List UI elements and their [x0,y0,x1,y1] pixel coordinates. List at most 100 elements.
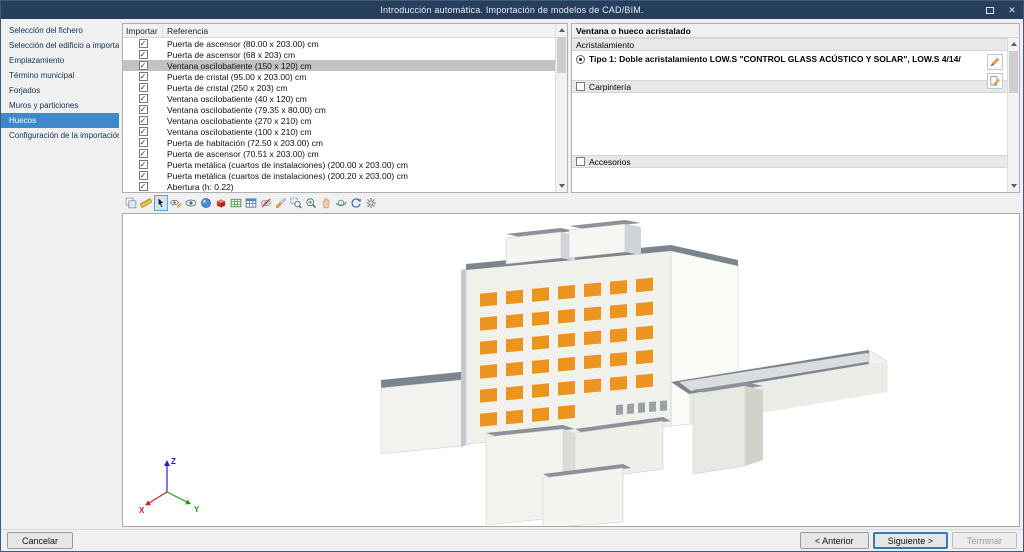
axis-triad: Z X Y [137,452,207,516]
hide-elements-icon[interactable] [259,195,273,211]
table-row[interactable]: Puerta de cristal (95.00 x 203.00) cm [123,71,555,82]
scroll-down-icon[interactable] [1008,180,1019,192]
edit-glazing-button[interactable] [987,54,1003,70]
table-row[interactable]: Puerta de ascensor (68 x 203) cm [123,49,555,60]
measure-icon[interactable] [139,195,153,211]
sidebar-item[interactable]: Forjados [1,83,119,98]
window-title: Introducción automática. Importación de … [1,5,1023,15]
reference-label: Ventana oscilobatiente (100 x 210) cm [163,127,555,137]
table-row[interactable]: Ventana oscilobatiente (270 x 210) cm [123,115,555,126]
close-button[interactable]: ✕ [1001,1,1023,19]
pencil-icon [989,56,1001,68]
scroll-up-icon[interactable] [1008,38,1019,50]
view-toolbar [122,193,1020,213]
reference-label: Ventana oscilobatiente (79.35 x 80.00) c… [163,105,555,115]
properties-panel: Ventana o hueco acristalado Acristalamie… [571,23,1020,193]
maximize-button[interactable] [979,1,1001,19]
redraw-icon[interactable] [349,195,363,211]
scroll-thumb[interactable] [557,37,566,73]
glazing-type-option[interactable]: Tipo 1: Doble acristalamiento LOW.S "CON… [576,54,961,68]
solid-model-icon[interactable] [214,195,228,211]
paint-selection-icon[interactable] [274,195,288,211]
import-checkbox[interactable] [139,72,148,81]
axis-x-label: X [139,506,145,515]
3d-viewport[interactable]: Z X Y [122,213,1020,527]
sidebar-item[interactable]: Muros y particiones [1,98,119,113]
footer-bar: Cancelar < Anterior Siguiente > Terminar [1,529,1023,551]
close-icon: ✕ [1008,5,1016,16]
cancel-button[interactable]: Cancelar [7,532,73,549]
import-checkbox[interactable] [139,50,148,59]
scroll-down-icon[interactable] [556,180,567,192]
table-row[interactable]: Puerta de habitación (72.50 x 203.00) cm [123,137,555,148]
axis-z-label: Z [171,457,176,466]
table-row[interactable]: Puerta de ascensor (80.00 x 203.00) cm [123,38,555,49]
import-checkbox[interactable] [139,127,148,136]
carpinteria-checkbox[interactable] [576,82,585,91]
import-checkbox[interactable] [139,182,148,191]
sidebar-item[interactable]: Selección del fichero [1,23,119,38]
table-row[interactable]: Puerta de ascensor (70.51 x 203.00) cm [123,148,555,159]
edit-visibility-icon[interactable] [169,195,183,211]
section-carpinteria[interactable]: Carpintería [572,80,1007,93]
reference-label: Puerta de ascensor (70.51 x 203.00) cm [163,149,555,159]
reference-label: Puerta de cristal (250 x 203) cm [163,83,555,93]
import-checkbox[interactable] [139,160,148,169]
glazing-type-label: Tipo 1: Doble acristalamiento LOW.S "CON… [589,54,961,64]
table-row[interactable]: Ventana oscilobatiente (100 x 210) cm [123,126,555,137]
import-checkbox[interactable] [139,138,148,147]
sidebar-item[interactable]: Configuración de la importación [1,128,119,143]
edit-glazing-list-button[interactable] [987,73,1003,89]
sidebar-item[interactable]: Término municipal [1,68,119,83]
next-button[interactable]: Siguiente > [873,532,948,549]
import-checkbox[interactable] [139,171,148,180]
render-sphere-icon[interactable] [199,195,213,211]
sidebar-item[interactable]: Selección del edificio a importar [1,38,119,53]
zoom-extents-icon[interactable] [304,195,318,211]
reference-label: Puerta metálica (cuartos de instalacione… [163,160,555,170]
table-row[interactable]: Puerta metálica (cuartos de instalacione… [123,170,555,181]
import-checkbox[interactable] [139,149,148,158]
table-row[interactable]: Puerta metálica (cuartos de instalacione… [123,159,555,170]
import-checkbox[interactable] [139,94,148,103]
section-accesorios[interactable]: Accesorios [572,155,1007,168]
section-acristalamiento: Acristalamiento [572,38,1007,51]
show-all-icon[interactable] [184,195,198,211]
table-row[interactable]: Ventana oscilobatiente (79.35 x 80.00) c… [123,104,555,115]
accesorios-checkbox[interactable] [576,157,585,166]
axis-y-label: Y [194,505,200,514]
import-checkbox[interactable] [139,39,148,48]
pan-icon[interactable] [319,195,333,211]
import-checkbox[interactable] [139,83,148,92]
previous-button[interactable]: < Anterior [800,532,869,549]
title-bar[interactable]: Introducción automática. Importación de … [1,1,1023,19]
table-scrollbar[interactable] [555,24,567,192]
sidebar-item[interactable]: Emplazamiento [1,53,119,68]
panel-scrollbar[interactable] [1007,38,1019,192]
orbit-icon[interactable] [334,195,348,211]
view-settings-icon[interactable] [364,195,378,211]
views-icon[interactable] [124,195,138,211]
reference-label: Puerta de ascensor (68 x 203) cm [163,50,555,60]
reference-label: Ventana oscilobatiente (270 x 210) cm [163,116,555,126]
reference-label: Ventana oscilobatiente (40 x 120) cm [163,94,555,104]
import-checkbox[interactable] [139,61,148,70]
table-row[interactable]: Ventana oscilobatiente (40 x 120) cm [123,93,555,104]
scroll-thumb[interactable] [1009,51,1018,93]
scroll-up-icon[interactable] [556,24,567,36]
column-header-referencia: Referencia [163,26,555,36]
table-row[interactable]: Ventana oscilobatiente (150 x 120) cm [123,60,555,71]
table-row[interactable]: Abertura (h: 0.22) [123,181,555,192]
tables-icon[interactable] [244,195,258,211]
select-element-icon[interactable] [154,195,168,211]
reference-label: Puerta metálica (cuartos de instalacione… [163,171,555,181]
table-row[interactable]: Puerta de cristal (250 x 203) cm [123,82,555,93]
panel-title: Ventana o hueco acristalado [572,24,1019,38]
sidebar-item[interactable]: Huecos [1,113,119,128]
floor-grid-icon[interactable] [229,195,243,211]
import-checkbox[interactable] [139,116,148,125]
zoom-window-icon[interactable] [289,195,303,211]
import-checkbox[interactable] [139,105,148,114]
radio-icon[interactable] [576,55,585,64]
reference-label: Puerta de ascensor (80.00 x 203.00) cm [163,39,555,49]
